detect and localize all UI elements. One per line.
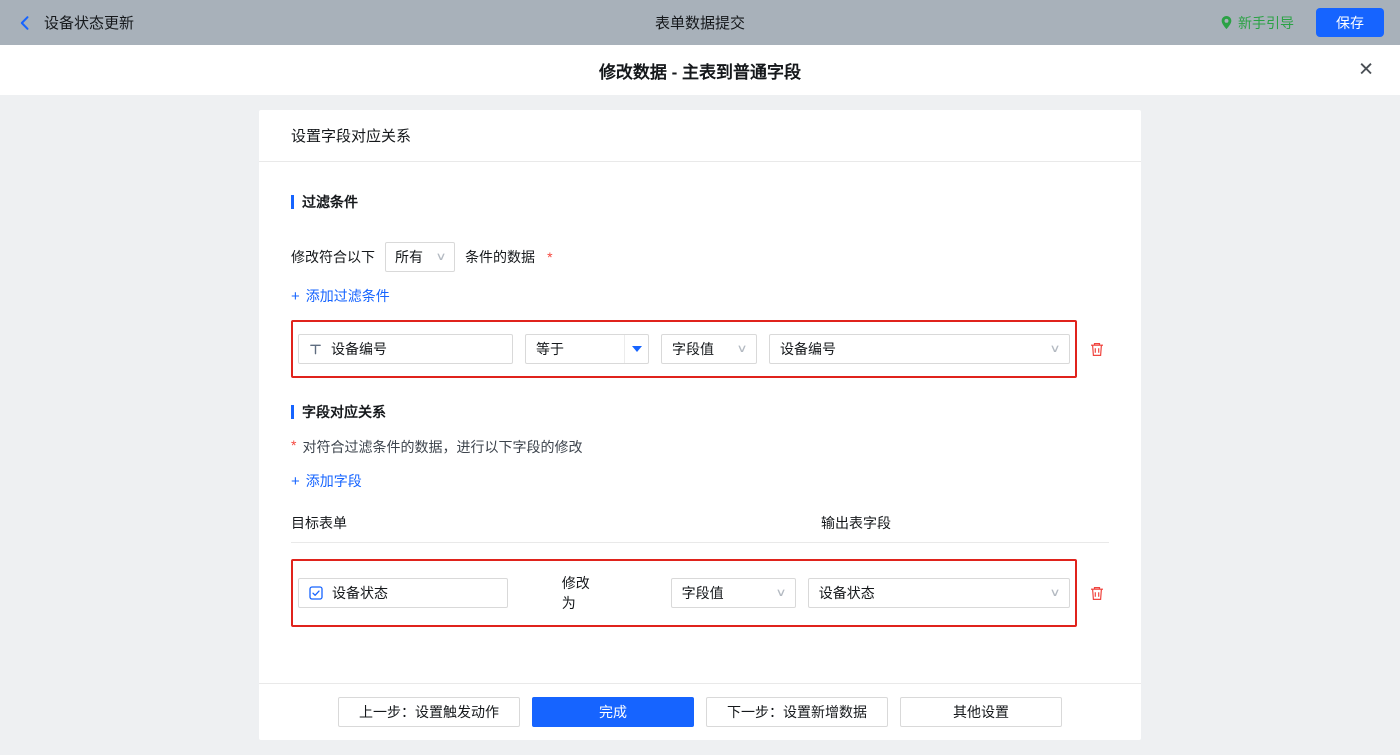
- filter-value-field: 设备编号: [780, 341, 836, 357]
- mapping-value-field-select[interactable]: 设备状态 ∨: [807, 578, 1070, 608]
- mapping-value-field: 设备状态: [818, 585, 875, 601]
- back-button[interactable]: [16, 14, 34, 32]
- section-accent-bar: [291, 195, 294, 209]
- match-mode-value: 所有: [395, 249, 423, 265]
- section-accent-bar: [291, 405, 294, 419]
- filter-field-input[interactable]: 设备编号: [298, 334, 513, 364]
- topbar-center-title: 表单数据提交: [654, 15, 746, 32]
- match-suffix-label: 条件的数据: [465, 249, 536, 265]
- chevron-down-icon: ∨: [1049, 586, 1061, 599]
- column-target-form: 目标表单: [291, 515, 347, 531]
- mapping-description: * 对符合过滤条件的数据，进行以下字段的修改: [291, 437, 1109, 457]
- filter-operator-select[interactable]: 等于: [525, 334, 649, 364]
- required-mark: *: [547, 249, 553, 265]
- match-mode-select[interactable]: 所有 ∨: [385, 242, 456, 272]
- trash-icon: [1091, 586, 1103, 600]
- prev-step-button[interactable]: 上一步：设置触发动作: [338, 697, 520, 727]
- chevron-down-icon: ∨: [1049, 342, 1061, 355]
- target-field-input[interactable]: 设备状态: [298, 578, 508, 608]
- mapping-description-text: 对符合过滤条件的数据，进行以下字段的修改: [302, 439, 583, 455]
- filter-value-field-select[interactable]: 设备编号 ∨: [769, 334, 1070, 364]
- mapping-value-type: 字段值: [681, 585, 724, 601]
- plus-icon: +: [291, 287, 300, 305]
- done-button[interactable]: 完成: [532, 697, 694, 727]
- topbar-right: 新手引导 保存: [1220, 8, 1384, 37]
- match-prefix-label: 修改符合以下: [291, 249, 375, 265]
- add-field-link[interactable]: + 添加字段: [291, 471, 362, 491]
- flow-title: 设备状态更新: [44, 15, 135, 32]
- plus-icon: +: [291, 472, 300, 490]
- topbar: 设备状态更新 表单数据提交 新手引导 保存: [0, 0, 1400, 45]
- column-output-field: 输出表字段: [821, 515, 891, 531]
- filter-condition-row: 设备编号 等于 字段值 ∨ 设备编号 ∨: [291, 320, 1109, 378]
- chevron-down-icon: ∨: [775, 586, 787, 599]
- required-mark: *: [291, 437, 297, 453]
- other-settings-button[interactable]: 其他设置: [900, 697, 1062, 727]
- filter-field-value: 设备编号: [331, 341, 387, 357]
- target-field-value: 设备状态: [332, 585, 388, 601]
- close-icon[interactable]: ✕: [1358, 61, 1374, 80]
- next-step-button[interactable]: 下一步：设置新增数据: [706, 697, 888, 727]
- mapping-row: 设备状态 修改为 字段值 ∨ 设备状态 ∨: [291, 559, 1109, 627]
- delete-filter-row-button[interactable]: [1085, 341, 1109, 358]
- filter-section-label: 过滤条件: [302, 194, 358, 210]
- chevron-left-icon: [20, 15, 29, 30]
- filter-match-line: 修改符合以下 所有 ∨ 条件的数据 *: [291, 242, 1109, 272]
- settings-card: 设置字段对应关系 过滤条件 修改符合以下 所有 ∨ 条件的数据 * + 添加过滤…: [259, 110, 1141, 740]
- mapping-column-headers: 目标表单 输出表字段: [291, 513, 1109, 543]
- caret-down-icon: [631, 346, 642, 352]
- text-field-icon: [310, 344, 321, 354]
- mapping-value-type-select[interactable]: 字段值 ∨: [670, 578, 796, 608]
- card-header-title: 设置字段对应关系: [259, 110, 1141, 162]
- guide-label: 新手引导: [1238, 14, 1294, 31]
- mapping-section-label: 字段对应关系: [302, 404, 386, 420]
- card-footer: 上一步：设置触发动作 完成 下一步：设置新增数据 其他设置: [259, 683, 1141, 740]
- add-filter-condition-link[interactable]: + 添加过滤条件: [291, 286, 390, 306]
- dialog-title: 修改数据 - 主表到普通字段: [598, 62, 802, 82]
- filter-operator-value: 等于: [536, 341, 564, 357]
- beginner-guide-link[interactable]: 新手引导: [1220, 13, 1294, 33]
- card-body: 过滤条件 修改符合以下 所有 ∨ 条件的数据 * + 添加过滤条件 设备编号 等…: [259, 162, 1141, 683]
- topbar-left: 设备状态更新: [16, 12, 134, 33]
- dialog-header: 修改数据 - 主表到普通字段 ✕: [0, 45, 1400, 95]
- chevron-down-icon: ∨: [736, 342, 748, 355]
- add-field-label: 添加字段: [305, 473, 362, 489]
- modify-to-label: 修改为: [561, 575, 590, 611]
- chevron-down-icon: ∨: [435, 250, 447, 263]
- filter-condition-highlight: 设备编号 等于 字段值 ∨ 设备编号 ∨: [291, 320, 1077, 378]
- mapping-row-highlight: 设备状态 修改为 字段值 ∨ 设备状态 ∨: [291, 559, 1077, 627]
- trash-icon: [1091, 342, 1103, 356]
- save-button[interactable]: 保存: [1316, 8, 1384, 37]
- operator-caret-zone[interactable]: [624, 335, 648, 363]
- dialog-content: 设置字段对应关系 过滤条件 修改符合以下 所有 ∨ 条件的数据 * + 添加过滤…: [0, 95, 1400, 755]
- delete-mapping-row-button[interactable]: [1085, 585, 1109, 602]
- add-filter-label: 添加过滤条件: [305, 288, 390, 304]
- filter-value-type-select[interactable]: 字段值 ∨: [661, 334, 757, 364]
- checkbox-field-icon: [309, 586, 323, 600]
- mapping-section-title: 字段对应关系: [291, 402, 1109, 422]
- filter-value-type: 字段值: [672, 341, 714, 357]
- filter-section-title: 过滤条件: [291, 192, 1109, 212]
- location-pin-icon: [1221, 16, 1232, 29]
